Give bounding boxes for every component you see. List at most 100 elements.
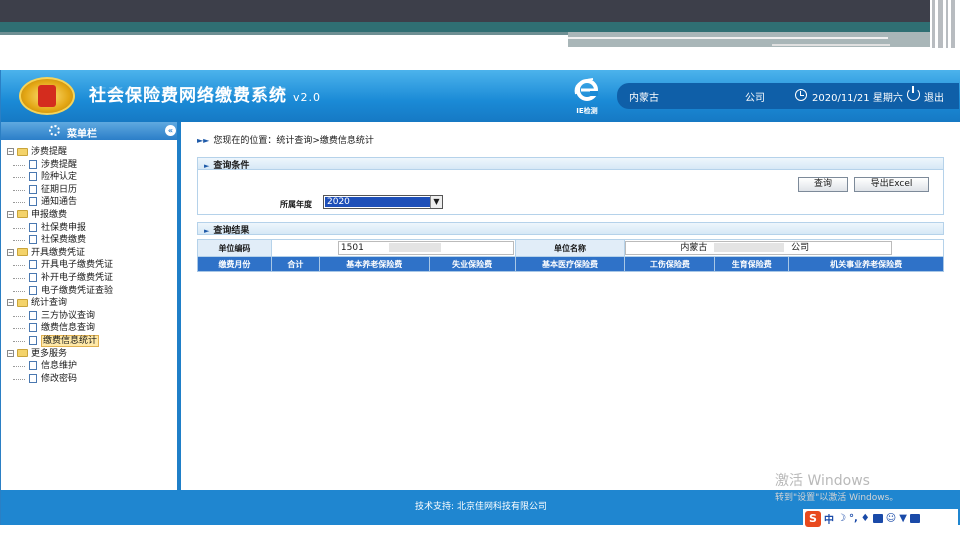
slide-vertical-bar — [951, 0, 955, 48]
ime-toolbar: S 中 ☽ °, ♦ ☺ ▼ — [803, 509, 958, 528]
document-icon — [29, 323, 37, 333]
menu-group-statistics[interactable]: − 统计查询 — [7, 297, 113, 310]
slide-vertical-bar — [946, 0, 948, 48]
document-icon — [29, 197, 37, 207]
collapse-icon[interactable]: « — [165, 125, 176, 136]
moon-icon[interactable]: ☽ — [837, 513, 846, 524]
unit-code-label: 单位编码 — [197, 239, 272, 257]
breadcrumb: ►► 您现在的位置：统计查询>缴费信息统计 — [197, 133, 374, 146]
menu-item-tripartite-query[interactable]: 三方协议查询 — [7, 310, 113, 323]
menu-item-label: 通知通告 — [41, 197, 78, 208]
folder-icon — [17, 349, 28, 357]
slide-vertical-bar — [938, 0, 943, 48]
system-title-reflection-text: 社会保险费网络缴费系统 — [89, 85, 287, 97]
unit-name-field: 内蒙古 公司 — [625, 241, 893, 255]
menu-item-payment-query[interactable]: 缴费信息查询 — [7, 322, 113, 335]
year-select[interactable]: 2020 ▼ — [323, 195, 443, 209]
keyboard-icon[interactable] — [872, 514, 883, 523]
menu-item-verify-voucher[interactable]: 电子缴费凭证查验 — [7, 285, 113, 298]
user-info-bar: 内蒙古 公司 2020/11/21 星期六 退出 — [617, 83, 959, 109]
toolbox-icon[interactable] — [909, 514, 920, 523]
user-region: 内蒙古 — [629, 93, 659, 104]
unit-code-field: 1501 — [337, 241, 514, 255]
menu-item-label: 征期日历 — [41, 184, 78, 195]
slide-vertical-bar — [932, 0, 935, 48]
document-icon — [29, 184, 37, 194]
folder-icon — [17, 147, 28, 156]
ime-mode-toggle[interactable]: 中 — [824, 511, 834, 526]
menu-item-insurance-identify[interactable]: 险种认定 — [7, 171, 113, 184]
menu-group-more-services[interactable]: − 更多服务 — [7, 348, 113, 361]
table-header-row: 缴费月份 合计 基本养老保险费 失业保险费 基本医疗保险费 工伤保险费 生育保险… — [197, 256, 944, 272]
arrow-icon: ► — [204, 162, 210, 170]
folder-icon — [17, 248, 28, 257]
menu-item-fee-reminder[interactable]: 涉费提醒 — [7, 159, 113, 172]
sidebar-menu: 菜单栏 « − 涉费提醒 涉费提醒 险种认定 征期日历 通知通告 − 申报缴费 社保… — [1, 122, 181, 490]
document-icon — [29, 172, 37, 182]
menu-item-issue-voucher[interactable]: 开具电子缴费凭证 — [7, 259, 113, 272]
column-header: 机关事业养老保险费 — [788, 256, 944, 272]
menu-item-label: 电子缴费凭证查验 — [41, 285, 114, 296]
menu-group-payment-voucher[interactable]: − 开具缴费凭证 — [7, 247, 113, 260]
microphone-icon[interactable]: ♦ — [861, 513, 870, 524]
menu-item-label: 三方协议查询 — [41, 310, 96, 321]
shirt-icon[interactable]: ▼ — [899, 513, 907, 524]
export-excel-button[interactable]: 导出Excel — [854, 177, 929, 192]
query-conditions-header: ► 查询条件 — [197, 157, 944, 171]
column-header: 生育保险费 — [714, 256, 790, 272]
menu-item-info-maintenance[interactable]: 信息维护 — [7, 360, 113, 373]
menu-item-notices[interactable]: 通知通告 — [7, 196, 113, 209]
menu-tree: − 涉费提醒 涉费提醒 险种认定 征期日历 通知通告 − 申报缴费 社保费申报 社保… — [7, 146, 113, 385]
menu-group-fee-reminder[interactable]: − 涉费提醒 — [7, 146, 113, 159]
tree-collapse-icon[interactable]: − — [7, 299, 14, 307]
arrow-icon: ► — [204, 227, 210, 235]
menu-group-label: 开具缴费凭证 — [31, 247, 86, 258]
menu-item-label: 信息维护 — [41, 361, 78, 372]
menu-group-label: 更多服务 — [31, 348, 68, 359]
masked-value — [388, 243, 441, 252]
chevron-down-icon[interactable]: ▼ — [430, 196, 442, 208]
document-icon — [29, 285, 37, 295]
menu-item-social-insurance-declare[interactable]: 社保费申报 — [7, 222, 113, 235]
sogou-logo-icon[interactable]: S — [805, 510, 821, 527]
menu-item-change-password[interactable]: 修改密码 — [7, 373, 113, 386]
unit-code-value: 1501 — [340, 243, 364, 253]
system-version: v2.0 — [293, 91, 322, 104]
ie-browser-icon[interactable] — [573, 76, 601, 104]
tree-collapse-icon[interactable]: − — [7, 248, 14, 256]
tree-collapse-icon[interactable]: − — [7, 148, 14, 155]
power-icon[interactable] — [907, 86, 920, 101]
gear-icon — [49, 125, 60, 136]
tax-emblem-logo — [19, 77, 75, 115]
user-company: 公司 — [745, 93, 765, 104]
document-icon — [29, 235, 37, 245]
tree-collapse-icon[interactable]: − — [7, 349, 14, 357]
app-header: 社会保险费网络缴费系统 v2.0 社会保险费网络缴费系统 IE检测 内蒙古 公司 … — [1, 70, 960, 122]
slide-accent-stroke — [772, 44, 890, 46]
menu-group-declare-pay[interactable]: − 申报缴费 — [7, 209, 113, 222]
query-results-header: ► 查询结果 — [197, 222, 944, 236]
unit-info-row: 单位编码 1501 单位名称 内蒙古 公司 — [197, 239, 944, 257]
document-icon — [29, 272, 37, 282]
document-icon — [29, 159, 37, 169]
punctuation-icon[interactable]: °, — [849, 513, 858, 524]
menu-item-label: 涉费提醒 — [41, 159, 78, 170]
logout-button[interactable]: 退出 — [924, 89, 944, 104]
year-select-value: 2020 — [325, 197, 430, 207]
menu-item-social-insurance-pay[interactable]: 社保费缴费 — [7, 234, 113, 247]
folder-icon — [17, 298, 28, 307]
query-results-title: 查询结果 — [213, 226, 250, 236]
menu-item-payment-statistics[interactable]: 缴费信息统计 — [7, 334, 113, 348]
document-icon — [29, 335, 37, 345]
query-button[interactable]: 查询 — [798, 177, 848, 192]
menu-item-reissue-voucher[interactable]: 补开电子缴费凭证 — [7, 272, 113, 285]
menu-item-tax-calendar[interactable]: 征期日历 — [7, 184, 113, 197]
menu-item-label: 社保费缴费 — [41, 235, 87, 246]
tree-collapse-icon[interactable]: − — [7, 210, 14, 218]
unit-name-label: 单位名称 — [514, 239, 626, 257]
ie-check-link[interactable]: IE检测 — [567, 106, 607, 116]
menu-item-label: 修改密码 — [41, 373, 78, 384]
user-icon[interactable]: ☺ — [886, 513, 896, 524]
unit-name-prefix: 内蒙古 — [680, 243, 708, 253]
year-label: 所属年度 — [280, 200, 312, 209]
